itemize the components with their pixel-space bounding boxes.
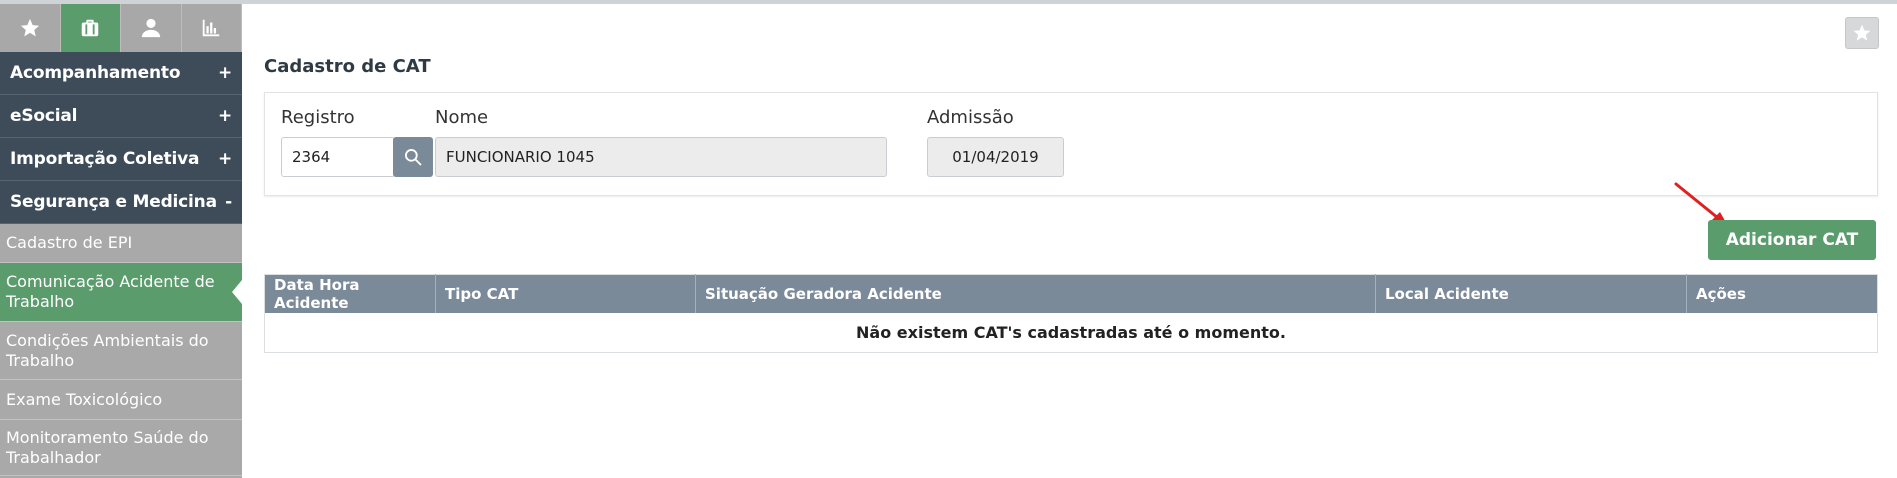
favorite-button[interactable] [1845,17,1879,49]
registro-label: Registro [281,107,355,128]
main-content: Cadastro de CAT Registro 2364 Nome FUNCI… [242,4,1897,478]
table-header-row: Data Hora Acidente Tipo CAT Situação Ger… [264,274,1878,313]
sidebar-item-comunicacao-acidente[interactable]: Comunicação Acidente de Trabalho [0,263,242,322]
star-icon [1853,24,1871,41]
menu-group-label: eSocial [10,106,78,126]
sidebar: Acompanhamento + eSocial + Importação Co… [0,4,242,478]
sidebar-item-cadastro-epi[interactable]: Cadastro de EPI [0,224,242,263]
menu-group-label: Segurança e Medicina [10,192,217,212]
expand-toggle: + [217,63,232,83]
nome-field: FUNCIONARIO 1045 [435,137,887,177]
tab-briefcase[interactable] [60,4,121,52]
registro-input[interactable]: 2364 [281,137,395,177]
tab-user[interactable] [121,4,182,52]
menu-group-label: Importação Coletiva [10,149,200,169]
search-button[interactable] [393,137,433,177]
bar-chart-icon [203,19,220,37]
user-icon [141,18,160,38]
expand-toggle: + [217,106,232,126]
sidebar-item-monitoramento-saude[interactable]: Monitoramento Saúde do Trabalhador [0,420,242,476]
admissao-label: Admissão [927,107,1014,128]
add-cat-button[interactable]: Adicionar CAT [1708,220,1876,260]
sidebar-item-condicoes-ambientais[interactable]: Condições Ambientais do Trabalho [0,322,242,380]
table-row: Não existem CAT's cadastradas até o mome… [265,313,1878,353]
employee-card: Registro 2364 Nome FUNCIONARIO 1045 Admi… [264,92,1878,196]
briefcase-icon [82,19,99,37]
menu-group-seguranca-medicina[interactable]: Segurança e Medicina - [0,181,242,224]
cat-table: Data Hora Acidente Tipo CAT Situação Ger… [264,274,1878,353]
sidebar-item-label: Condições Ambientais do Trabalho [6,330,209,370]
collapse-toggle: - [225,192,232,212]
tab-reports[interactable] [181,4,242,52]
empty-message: Não existem CAT's cadastradas até o mome… [856,322,1286,342]
sidebar-item-label: Monitoramento Saúde do Trabalhador [6,427,209,467]
sidebar-item-exame-toxicologico[interactable]: Exame Toxicológico [0,380,242,420]
column-header: Ações [1686,274,1878,313]
column-header[interactable]: Local Acidente [1375,274,1687,313]
nome-label: Nome [435,107,489,128]
sidebar-item-label: Exame Toxicológico [6,389,163,409]
admissao-field: 01/04/2019 [927,137,1064,177]
tab-favorites[interactable] [0,4,61,52]
menu-group-label: Acompanhamento [10,63,181,83]
sidebar-item-label: Comunicação Acidente de Trabalho [6,272,215,311]
column-header[interactable]: Data Hora Acidente [264,274,436,313]
expand-toggle: + [217,149,232,169]
column-header[interactable]: Tipo CAT [435,274,696,313]
menu-group-esocial[interactable]: eSocial + [0,95,242,138]
menu-group-acompanhamento[interactable]: Acompanhamento + [0,52,242,95]
sidebar-item-label: Cadastro de EPI [6,233,133,252]
search-icon [405,149,422,166]
menu-group-importacao-coletiva[interactable]: Importação Coletiva + [0,138,242,181]
column-header[interactable]: Situação Geradora Acidente [695,274,1376,313]
star-icon [20,18,39,37]
page-title: Cadastro de CAT [264,56,431,77]
sidebar-top-tabs [0,4,242,52]
